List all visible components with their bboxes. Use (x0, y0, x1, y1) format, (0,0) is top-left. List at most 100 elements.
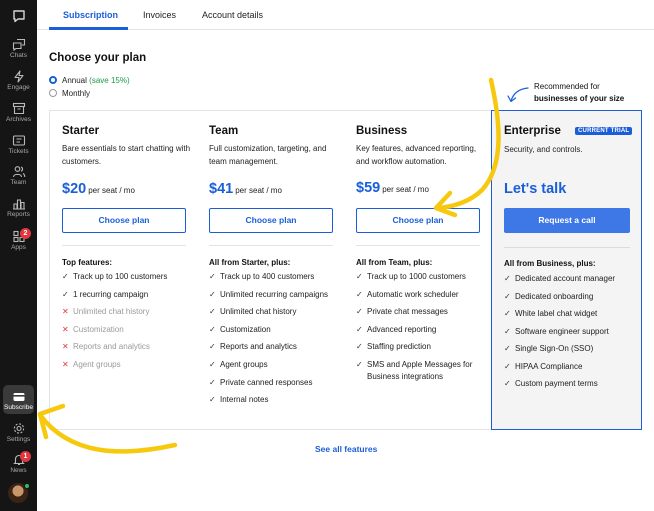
annual-label: Annual (62, 76, 87, 85)
feature-item: ✕ Customization (62, 324, 194, 336)
tab-subscription[interactable]: Subscription (63, 10, 118, 20)
sidebar-item-news[interactable]: 1 News (0, 451, 37, 483)
features-heading: Top features: (62, 258, 113, 267)
plan-price: $41 per seat / mo (209, 181, 282, 197)
check-icon: ✓ (504, 379, 511, 388)
team-icon (12, 166, 25, 178)
logo-button[interactable] (0, 9, 37, 39)
feature-text: Internal notes (220, 395, 269, 405)
feature-text: Reports and analytics (220, 342, 297, 352)
plan-description: Key features, advanced reporting, and wo… (356, 144, 477, 166)
divider (62, 245, 186, 246)
sidebar-item-tickets[interactable]: Tickets (0, 134, 37, 164)
feature-text: Unlimited recurring campaigns (220, 289, 329, 299)
sidebar-item-subscribe[interactable]: Subscribe (0, 391, 37, 421)
sidebar-item-label: Engage (7, 84, 30, 91)
feature-item: ✓ Customization (209, 324, 341, 336)
see-all-features-link[interactable]: See all features (315, 444, 377, 454)
plan-name: Team (209, 125, 239, 137)
feature-item: ✕ Reports and analytics (62, 341, 194, 353)
feature-text: HIPAA Compliance (515, 361, 583, 371)
check-icon: ✓ (62, 289, 69, 299)
feature-text: White label chat widget (515, 309, 598, 318)
plans-panel: Starter Bare essentials to start chattin… (49, 110, 492, 430)
feature-text: Dedicated account manager (515, 274, 616, 283)
chats-icon (12, 38, 25, 51)
sidebar-item-chats[interactable]: Chats (0, 38, 37, 68)
feature-text: Single Sign-On (SSO) (515, 344, 594, 353)
request-call-button[interactable]: Request a call (504, 208, 630, 233)
feature-item: ✓ Automatic work scheduler (356, 289, 488, 301)
sidebar-item-settings[interactable]: Settings (0, 422, 37, 452)
sidebar-item-engage[interactable]: Engage (0, 70, 37, 100)
price-unit: per seat / mo (382, 185, 429, 194)
price-unit: per seat / mo (88, 186, 135, 195)
feature-item: ✓ HIPAA Compliance (504, 361, 636, 373)
check-icon: ✓ (504, 291, 511, 301)
billing-monthly-option[interactable]: Monthly (49, 89, 90, 98)
feature-text: Agent groups (220, 359, 268, 369)
feature-text: Reports and analytics (73, 342, 150, 352)
price-amount: $41 (209, 181, 234, 197)
plan-card-enterprise: Enterprise CURRENT TRIAL Security, and c… (491, 110, 642, 430)
recommend-arrow-icon (510, 87, 529, 102)
feature-text: Track up to 100 customers (73, 272, 168, 281)
feature-item: ✓ White label chat widget (504, 308, 636, 320)
feature-item: ✓ 1 recurring campaign (62, 289, 194, 301)
feature-text: 1 recurring campaign (73, 289, 149, 299)
choose-plan-starter-button[interactable]: Choose plan (62, 208, 186, 233)
feature-list: ✓ Track up to 400 customers ✓ Unlimited re… (209, 271, 341, 412)
check-icon: ✓ (209, 359, 216, 369)
active-tab-indicator (49, 27, 128, 30)
check-icon: ✓ (209, 289, 216, 299)
feature-item: ✕ Agent groups (62, 359, 194, 371)
features-heading: All from Business, plus: (504, 259, 596, 268)
tab-account-details[interactable]: Account details (202, 10, 263, 20)
check-icon: ✓ (356, 272, 363, 281)
check-icon: ✓ (209, 395, 216, 405)
plan-name: Business (356, 125, 408, 137)
features-heading: All from Starter, plus: (209, 258, 291, 267)
tab-invoices[interactable]: Invoices (143, 10, 176, 20)
bar-chart-icon (12, 199, 25, 210)
sidebar-item-reports[interactable]: Reports (0, 197, 37, 227)
feature-text: Staffing prediction (367, 342, 431, 352)
feature-list: ✓ Dedicated account manager ✓ Dedicated on… (504, 273, 636, 396)
billing-annual-option[interactable]: Annual (save 15%) (49, 76, 130, 85)
radio-unselected-icon[interactable] (49, 89, 57, 97)
feature-item: ✓ Dedicated account manager (504, 273, 636, 285)
feature-item: ✓ Unlimited recurring campaigns (209, 289, 341, 301)
sidebar-item-label: Subscribe (4, 404, 33, 411)
check-icon: ✓ (356, 324, 363, 334)
check-icon: ✓ (209, 307, 216, 317)
sidebar-item-label: Settings (6, 436, 31, 443)
sidebar-item-team[interactable]: Team (0, 165, 37, 195)
plan-name: Starter (62, 125, 100, 137)
feature-item: ✓ Track up to 100 customers (62, 271, 194, 283)
features-heading: All from Team, plus: (356, 258, 433, 267)
sidebar-item-apps[interactable]: 2 Apps (0, 228, 37, 260)
feature-list: ✓ Track up to 1000 customers ✓ Automatic w… (356, 271, 488, 389)
feature-item: ✓ Reports and analytics (209, 341, 341, 353)
check-icon: ✓ (356, 289, 363, 299)
chat-bubble-logo-icon (12, 10, 25, 23)
feature-text: Private canned responses (220, 377, 313, 387)
apps-badge: 2 (20, 228, 31, 239)
radio-selected-icon[interactable] (49, 76, 57, 84)
feature-item: ✓ Custom payment terms (504, 378, 636, 390)
feature-text: Custom payment terms (515, 379, 598, 388)
monthly-label: Monthly (62, 89, 91, 98)
tab-bar (37, 0, 654, 30)
sidebar-item-archives[interactable]: Archives (0, 102, 37, 132)
choose-plan-business-button[interactable]: Choose plan (356, 208, 480, 233)
gear-icon (13, 423, 24, 434)
plan-name: Enterprise (504, 125, 561, 137)
plan-description: Security, and controls. (504, 145, 583, 154)
recommend-arrow-head-icon (507, 95, 517, 103)
plan-description: Full customization, targeting, and team … (209, 144, 327, 166)
news-badge: 1 (20, 451, 31, 462)
plan-price: $59 per seat / mo (356, 180, 429, 196)
choose-plan-team-button[interactable]: Choose plan (209, 208, 333, 233)
recommendation-line1: Recommended for (534, 82, 600, 91)
feature-text: Track up to 400 customers (220, 272, 315, 281)
